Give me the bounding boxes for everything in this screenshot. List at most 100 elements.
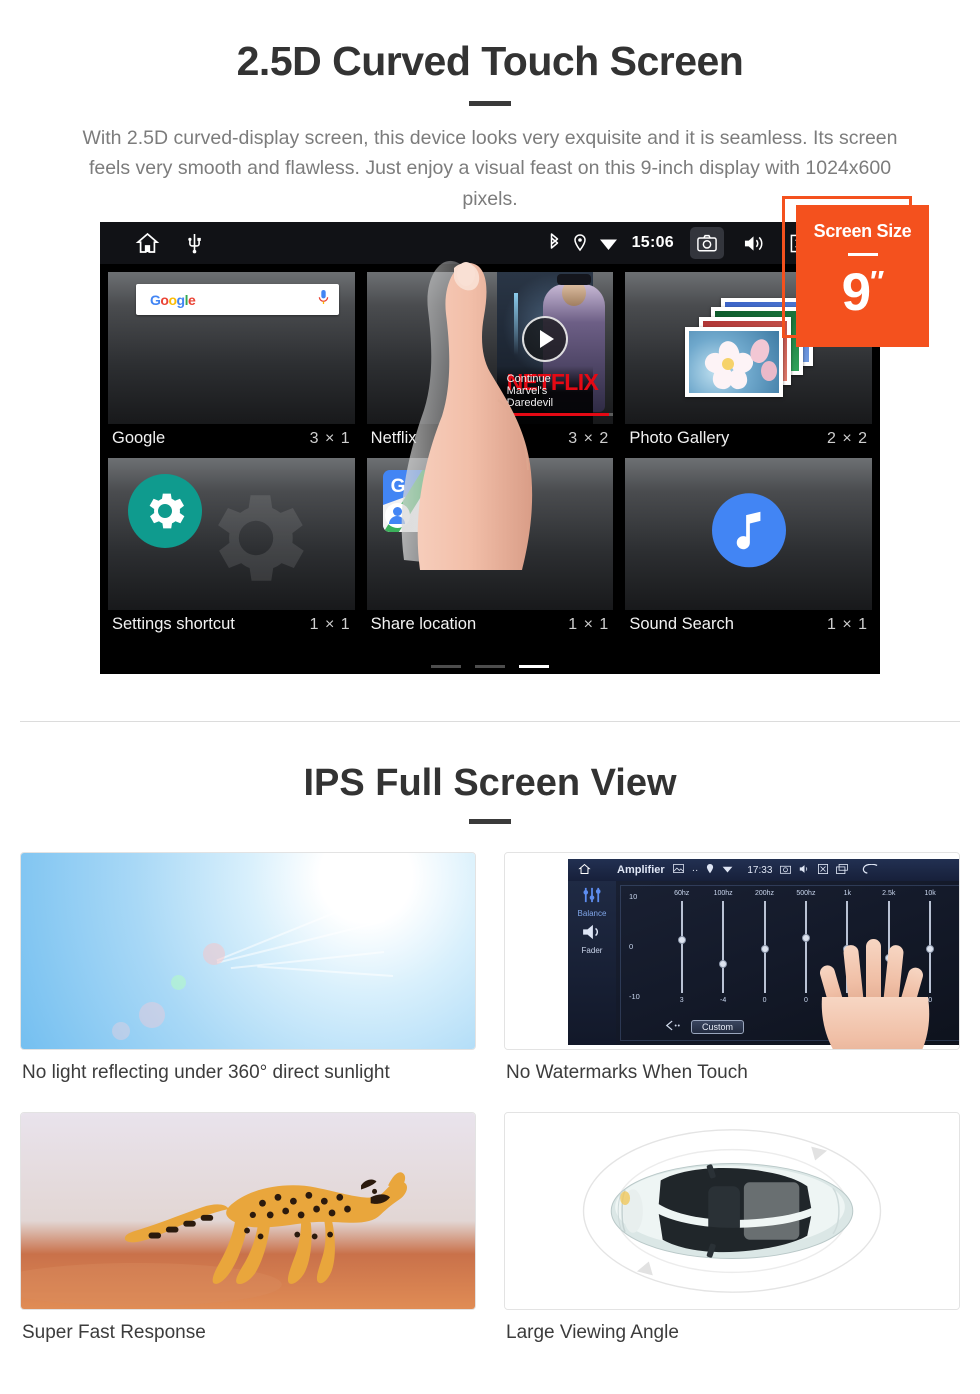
preset-button[interactable]: Custom <box>691 1020 745 1034</box>
eq-band-value: -4 <box>719 997 727 1004</box>
widget-cell-google[interactable]: Google Google 3 × 1 <box>104 270 359 454</box>
widget-label: Settings shortcut <box>112 615 235 633</box>
eq-slider-track[interactable] <box>760 901 769 993</box>
music-note-icon <box>711 493 786 568</box>
page-dot-3[interactable] <box>519 665 549 668</box>
home-icon[interactable] <box>134 231 161 255</box>
widget-size: 2 × 2 <box>826 429 868 447</box>
eq-band-value: 0 <box>762 997 767 1004</box>
eq-slider-track[interactable] <box>801 901 810 993</box>
android-head-unit-screen: 15:06 Google Google 3 × 1 NETFLIX Contin… <box>100 222 880 674</box>
home-icon[interactable] <box>578 863 591 878</box>
google-maps-icon: G <box>382 470 445 532</box>
widget-cell-netflix[interactable]: NETFLIX Continue Marvel's Daredevil Netf… <box>363 270 618 454</box>
camera-icon[interactable] <box>690 227 724 259</box>
eq-band-label: 500hz <box>796 890 816 897</box>
widget-cell-sound-search[interactable]: Sound Search 1 × 1 <box>621 456 876 640</box>
camera-icon[interactable] <box>780 864 792 877</box>
sound-search-widget <box>625 458 872 610</box>
page-indicator[interactable] <box>100 665 880 668</box>
usb-icon[interactable] <box>187 232 202 254</box>
eq-band-label: 1k <box>843 890 852 897</box>
widget-cell-settings-shortcut[interactable]: Settings shortcut 1 × 1 <box>104 456 359 640</box>
screen-size-value: 9″ <box>796 266 929 319</box>
fader-volume-icon[interactable] <box>568 924 616 945</box>
eq-slider-knob[interactable] <box>677 935 686 944</box>
widget-size: 1 × 1 <box>826 615 868 633</box>
widget-label: Google <box>112 429 166 447</box>
screen-size-badge: Screen Size 9″ <box>796 205 929 347</box>
eq-band-label: 12.5k <box>951 890 959 897</box>
feature-card-amplifier: Amplifier ·· 17:33 Balance Fader 10 0 -1… <box>504 852 960 1104</box>
widget-picker-grid: Google Google 3 × 1 NETFLIX Continue Mar… <box>100 264 880 640</box>
eq-slider-knob[interactable] <box>719 959 728 968</box>
car-top-view-illustration <box>504 1112 960 1310</box>
more-icon[interactable]: ·· <box>692 865 699 876</box>
title-underline <box>469 101 511 107</box>
tab-fader[interactable]: Fader <box>568 946 616 955</box>
feature-caption: Large Viewing Angle <box>506 1322 679 1343</box>
eq-band-label: 200hz <box>754 890 775 897</box>
netflix-progress-bar <box>506 413 614 416</box>
section2-title: IPS Full Screen View <box>303 762 677 804</box>
wifi-icon <box>599 236 618 251</box>
eq-scale-min: -10 <box>629 992 640 1001</box>
screen-size-number: 9 <box>841 263 872 322</box>
eq-band-label: 2.5k <box>882 890 896 897</box>
curved-touch-screen-section: 2.5D Curved Touch Screen With 2.5D curve… <box>0 0 980 722</box>
eq-slider-track[interactable] <box>719 901 728 993</box>
tab-balance[interactable]: Balance <box>568 909 616 918</box>
netflix-caption: Continue Marvel's Daredevil <box>506 373 554 409</box>
volume-icon[interactable] <box>736 227 770 259</box>
feature-caption: No Watermarks When Touch <box>506 1062 748 1083</box>
widget-size: 3 × 2 <box>568 429 610 447</box>
amplifier-clock: 17:33 <box>747 864 773 876</box>
close-icon[interactable] <box>818 863 829 877</box>
back-icon[interactable] <box>862 863 878 877</box>
microphone-icon <box>318 289 329 311</box>
eq-band[interactable]: 60hz 3 <box>661 890 702 1004</box>
open-hand-illustration <box>819 939 930 1049</box>
bluetooth-icon <box>548 233 561 253</box>
eq-band[interactable]: 100hz -4 <box>702 890 743 1004</box>
eq-slider-track[interactable] <box>677 901 686 993</box>
eq-scale-mid: 0 <box>629 942 634 951</box>
prev-preset-icon[interactable] <box>665 1018 681 1036</box>
widget-label: Netflix <box>370 429 417 447</box>
eq-band[interactable]: 200hz 0 <box>744 890 785 1004</box>
page-dot-2[interactable] <box>475 665 505 668</box>
eq-slider-knob[interactable] <box>760 944 769 953</box>
widget-cell-share-location[interactable]: G Share location 1 × 1 <box>363 456 618 640</box>
feature-card-cheetah: Super Fast Response <box>20 1112 476 1364</box>
gear-icon <box>128 474 202 548</box>
amplifier-status-bar: Amplifier ·· 17:33 <box>568 859 959 881</box>
play-icon <box>521 315 568 362</box>
settings-shortcut-widget <box>108 458 355 610</box>
widget-label: Share location <box>370 615 477 633</box>
page-dot-1[interactable] <box>431 665 461 668</box>
volume-icon[interactable] <box>799 864 810 877</box>
amplifier-side-tabs: Balance Fader <box>568 881 616 1045</box>
widget-size: 3 × 1 <box>309 429 351 447</box>
widget-label: Sound Search <box>629 615 734 633</box>
feature-card-sunlight: No light reflecting under 360° direct su… <box>20 852 476 1104</box>
screen-size-unit: ″ <box>870 265 884 299</box>
widget-size: 1 × 1 <box>568 615 610 633</box>
android-status-bar: 15:06 <box>100 222 880 264</box>
screen-size-label: Screen Size <box>813 221 912 241</box>
feature-card-grid: No light reflecting under 360° direct su… <box>20 852 960 1364</box>
section2-title-underline <box>469 819 511 824</box>
page-title: 2.5D Curved Touch Screen <box>236 38 744 84</box>
feature-caption: Super Fast Response <box>22 1322 206 1343</box>
location-icon <box>573 234 587 252</box>
eq-band-label: 60hz <box>674 890 690 897</box>
widget-label: Photo Gallery <box>629 429 730 447</box>
gallery-icon[interactable] <box>672 864 684 876</box>
recent-apps-icon[interactable] <box>836 863 849 877</box>
equalizer-icon[interactable] <box>581 887 603 907</box>
netflix-widget: NETFLIX Continue Marvel's Daredevil <box>366 272 614 424</box>
status-bar-clock: 15:06 <box>631 234 674 251</box>
google-logo: Google <box>150 291 196 308</box>
sunlight-photo <box>20 852 476 1050</box>
widget-size: 1 × 1 <box>309 615 351 633</box>
